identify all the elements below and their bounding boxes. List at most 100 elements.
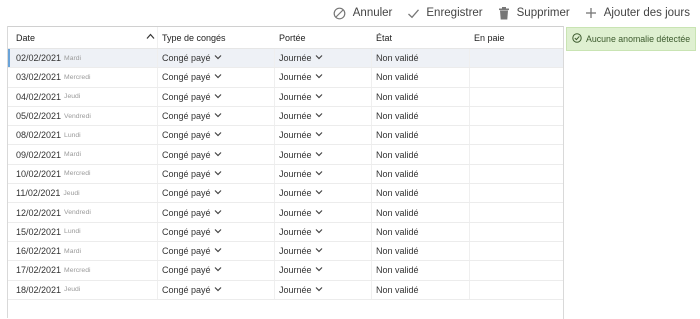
chevron-up-icon[interactable] [146,32,155,43]
cell-leave-type[interactable]: Congé payé [158,261,275,280]
chevron-down-icon[interactable] [214,149,222,159]
chevron-down-icon[interactable] [214,129,222,139]
chevron-down-icon[interactable] [315,187,323,197]
chevron-down-icon[interactable] [214,187,222,197]
cell-leave-type[interactable]: Congé payé [158,241,275,261]
cell-date[interactable]: 17/02/2021 Mercredi [8,261,158,280]
cell-leave-type[interactable]: Congé payé [158,222,275,241]
cell-leave-type[interactable]: Congé payé [158,184,275,203]
chevron-down-icon[interactable] [214,71,222,81]
chevron-down-icon[interactable] [315,207,323,217]
cell-date[interactable]: 08/02/2021 Lundi [8,126,158,145]
cell-leave-type[interactable]: Congé payé [158,164,275,184]
cell-etat: Non validé [372,203,470,222]
chevron-down-icon[interactable] [315,52,323,62]
table-row[interactable]: 17/02/2021 Mercredi Congé payé Journée Non v… [8,261,563,281]
etat-value: Non validé [376,91,419,102]
save-label: Enregistrer [426,7,483,19]
cell-portee[interactable]: Journée [275,164,372,184]
cell-portee[interactable]: Journée [275,280,372,299]
cell-etat: Non validé [372,261,470,280]
cell-portee[interactable]: Journée [275,49,372,68]
table-row[interactable]: 04/02/2021 Jeudi Congé payé Journée Non vali… [8,87,563,107]
chevron-down-icon[interactable] [214,264,222,274]
chevron-down-icon[interactable] [315,129,323,139]
cell-leave-type[interactable]: Congé payé [158,126,275,145]
header-portee[interactable]: Portée [275,33,372,43]
add-days-button[interactable]: Ajouter des jours [584,6,690,20]
cell-date[interactable]: 15/02/2021 Lundi [8,222,158,241]
cell-leave-type[interactable]: Congé payé [158,68,275,87]
table-row[interactable]: 02/02/2021 Mardi Congé payé Journée Non vali… [8,49,563,69]
chevron-down-icon[interactable] [214,284,222,294]
table-row[interactable]: 16/02/2021 Mardi Congé payé Journée Non vali… [8,241,563,262]
cell-etat: Non validé [372,222,470,241]
date-value: 09/02/2021 [16,149,62,160]
cell-leave-type[interactable]: Congé payé [158,106,275,126]
cell-date[interactable]: 18/02/2021 Jeudi [8,280,158,299]
cell-leave-type[interactable]: Congé payé [158,280,275,299]
table-row[interactable]: 08/02/2021 Lundi Congé payé Journée Non vali… [8,126,563,146]
cell-portee[interactable]: Journée [275,68,372,87]
cell-portee[interactable]: Journée [275,145,372,164]
cell-date[interactable]: 11/02/2021 Jeudi [8,184,158,203]
chevron-down-icon[interactable] [315,149,323,159]
chevron-down-icon[interactable] [214,226,222,236]
cell-date[interactable]: 05/02/2021 Vendredi [8,106,158,126]
chevron-down-icon[interactable] [214,207,222,217]
chevron-down-icon[interactable] [315,264,323,274]
cell-portee[interactable]: Journée [275,203,372,222]
cell-portee[interactable]: Journée [275,126,372,145]
cell-date[interactable]: 03/02/2021 Mercredi [8,68,158,87]
date-value: 12/02/2021 [16,207,62,218]
cell-portee[interactable]: Journée [275,261,372,280]
table-row[interactable]: 12/02/2021 Vendredi Congé payé Journée Non v… [8,203,563,223]
cell-leave-type[interactable]: Congé payé [158,145,275,164]
cancel-button[interactable]: Annuler [333,6,392,20]
header-date-label: Date [16,32,36,43]
cell-portee[interactable]: Journée [275,106,372,126]
cell-date[interactable]: 16/02/2021 Mardi [8,241,158,261]
header-etat[interactable]: État [372,33,470,43]
table-row[interactable]: 03/02/2021 Mercredi Congé payé Journée Non v… [8,68,563,88]
cell-date[interactable]: 02/02/2021 Mardi [8,49,158,68]
cell-portee[interactable]: Journée [275,241,372,261]
header-date[interactable]: Date [8,27,158,48]
cell-date[interactable]: 10/02/2021 Mercredi [8,164,158,184]
chevron-down-icon[interactable] [315,226,323,236]
leave-type-value: Congé payé [162,91,211,102]
chevron-down-icon[interactable] [315,284,323,294]
table-row[interactable]: 15/02/2021 Lundi Congé payé Journée Non vali… [8,222,563,242]
chevron-down-icon[interactable] [315,110,323,120]
save-button[interactable]: Enregistrer [406,6,483,20]
chevron-down-icon[interactable] [214,110,222,120]
header-paie[interactable]: En paie [470,33,563,43]
chevron-down-icon[interactable] [315,91,323,101]
cell-date[interactable]: 09/02/2021 Mardi [8,145,158,164]
chevron-down-icon[interactable] [315,245,323,255]
cell-leave-type[interactable]: Congé payé [158,49,275,68]
cell-leave-type[interactable]: Congé payé [158,203,275,222]
table-row[interactable]: 09/02/2021 Mardi Congé payé Journée Non vali… [8,145,563,165]
chevron-down-icon[interactable] [214,168,222,178]
header-type[interactable]: Type de congés [158,33,275,43]
chevron-down-icon[interactable] [315,71,323,81]
table-row[interactable]: 18/02/2021 Jeudi Congé payé Journée Non vali… [8,280,563,300]
table-row[interactable]: 11/02/2021 Jeudi Congé payé Journée Non vali… [8,184,563,204]
cell-portee[interactable]: Journée [275,87,372,106]
chevron-down-icon[interactable] [214,245,222,255]
chevron-down-icon[interactable] [214,52,222,62]
cell-date[interactable]: 12/02/2021 Vendredi [8,203,158,222]
chevron-down-icon[interactable] [214,91,222,101]
delete-button[interactable]: Supprimer [497,6,570,20]
cell-leave-type[interactable]: Congé payé [158,87,275,106]
etat-value: Non validé [376,149,419,160]
chevron-down-icon[interactable] [315,168,323,178]
leave-table: Date Type de congés Portée État En paie … [8,26,564,319]
table-row[interactable]: 10/02/2021 Mercredi Congé payé Journée Non v… [8,164,563,185]
cell-portee[interactable]: Journée [275,222,372,241]
cell-portee[interactable]: Journée [275,184,372,203]
table-row[interactable]: 05/02/2021 Vendredi Congé payé Journée Non v… [8,106,563,127]
cell-etat: Non validé [372,87,470,106]
cell-date[interactable]: 04/02/2021 Jeudi [8,87,158,106]
